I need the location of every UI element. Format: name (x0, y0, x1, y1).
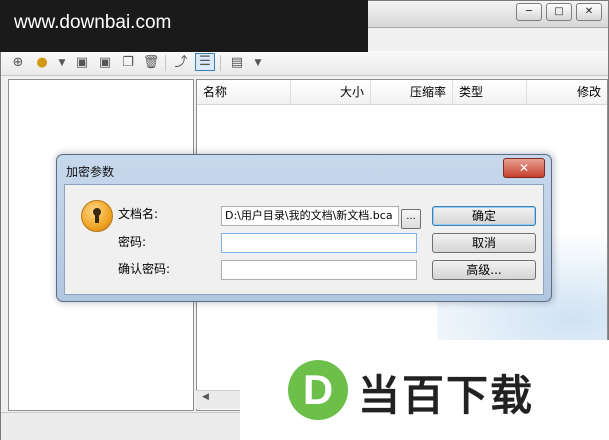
password-field[interactable] (221, 233, 417, 253)
browse-button[interactable]: ... (401, 209, 421, 229)
close-button[interactable]: ✕ (576, 3, 602, 21)
column-header: 名称 大小 压缩率 类型 修改 (197, 80, 607, 105)
advanced-button[interactable]: 高级... (432, 260, 536, 280)
details-view-icon[interactable]: ☰ (195, 53, 215, 71)
lock-icon (81, 200, 113, 232)
encryption-dialog: 加密参数 ✕ 文档名: D:\用户目录\我的文档\新文档.bca ... 密码:… (56, 154, 552, 302)
column-ratio[interactable]: 压缩率 (371, 80, 453, 104)
confirm-password-label: 确认密码: (118, 262, 171, 276)
list-view-icon[interactable]: ▤ (228, 54, 246, 72)
dialog-body: 文档名: D:\用户目录\我的文档\新文档.bca ... 密码: 确认密码: … (64, 184, 544, 295)
open-icon[interactable]: ● (33, 54, 51, 72)
filename-label: 文档名: (118, 207, 159, 221)
toolbar-separator (165, 55, 166, 71)
up-folder-icon[interactable]: ⤴ (172, 54, 190, 72)
confirm-password-field[interactable] (221, 260, 417, 280)
cancel-button[interactable]: 取消 (432, 233, 536, 253)
brand-logo: D (288, 360, 348, 420)
delete-icon[interactable]: 🗑 (142, 54, 160, 72)
add-icon[interactable]: ⊕ (9, 54, 27, 72)
scroll-left-icon[interactable]: ◀ (202, 392, 209, 402)
maximize-button[interactable]: □ (546, 3, 572, 21)
ok-button[interactable]: 确定 (432, 206, 536, 226)
filename-field[interactable]: D:\用户目录\我的文档\新文档.bca (221, 206, 399, 226)
dialog-title: 加密参数 (66, 165, 115, 179)
column-type[interactable]: 类型 (453, 80, 527, 104)
column-name[interactable]: 名称 (197, 80, 291, 104)
brand-name: 当百下载 (358, 371, 535, 420)
column-modified[interactable]: 修改 (527, 80, 607, 104)
toolbar: ⊕ ● ▼ ▣ ▣ ❐ 🗑 ⤴ ☰ ▤ ▼ (1, 51, 608, 76)
new-file-icon[interactable]: ▣ (73, 54, 91, 72)
new-folder-icon[interactable]: ▣ (96, 54, 114, 72)
minimize-button[interactable]: ─ (516, 3, 542, 21)
site-watermark: www.downbai.com (0, 0, 368, 52)
copy-icon[interactable]: ❐ (119, 54, 137, 72)
brand-watermark: D 当百下载 (240, 340, 609, 440)
column-size[interactable]: 大小 (291, 80, 371, 104)
dialog-close-button[interactable]: ✕ (503, 158, 545, 178)
toolbar-separator (220, 55, 221, 71)
dropdown-arrow-icon[interactable]: ▼ (53, 54, 71, 72)
view-dropdown-icon[interactable]: ▼ (249, 54, 267, 72)
password-label: 密码: (118, 235, 147, 249)
